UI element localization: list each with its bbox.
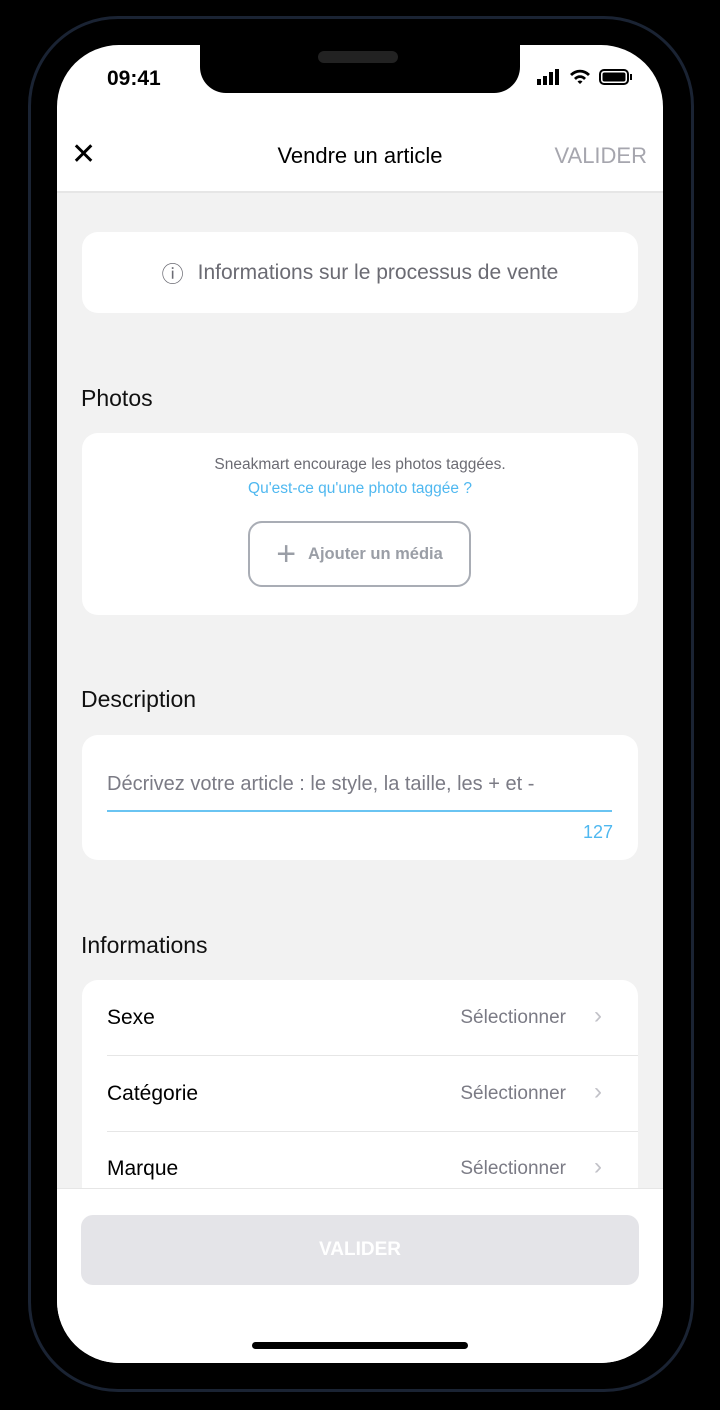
- nav-header: ✕ Vendre un article VALIDER: [57, 110, 663, 193]
- status-time: 09:41: [107, 67, 161, 90]
- form-content: ⓘ Informations sur le processus de vente…: [57, 193, 663, 1220]
- description-card: Décrivez votre article : le style, la ta…: [82, 735, 638, 860]
- notch: [200, 45, 520, 93]
- bottom-bar: VALIDER: [57, 1188, 663, 1363]
- chevron-right-icon: ›: [594, 1078, 602, 1105]
- description-heading: Description: [81, 686, 197, 712]
- description-input[interactable]: Décrivez votre article : le style, la ta…: [107, 773, 612, 812]
- info-text: Informations sur le processus de vente: [197, 260, 559, 284]
- screen: 09:41 ✕ Vendre un article VALIDER ⓘ Info…: [57, 45, 663, 1363]
- row-value: Sélectionner: [460, 1158, 566, 1179]
- plus-icon: +: [276, 534, 297, 573]
- informations-heading: Informations: [81, 932, 208, 958]
- sale-process-info-button[interactable]: ⓘ Informations sur le processus de vente: [82, 232, 638, 313]
- row-categorie[interactable]: Catégorie Sélectionner ›: [82, 1056, 638, 1131]
- row-sexe[interactable]: Sexe Sélectionner ›: [82, 980, 638, 1055]
- wifi-icon: [570, 69, 590, 84]
- informations-card: Sexe Sélectionner › Catégorie Sélectionn…: [82, 980, 638, 1220]
- validate-header-button[interactable]: VALIDER: [554, 143, 647, 169]
- chevron-right-icon: ›: [594, 1002, 602, 1029]
- add-media-label: Ajouter un média: [308, 544, 443, 563]
- row-value: Sélectionner: [460, 1007, 566, 1028]
- validate-button[interactable]: VALIDER: [81, 1215, 639, 1285]
- row-label: Catégorie: [107, 1082, 199, 1105]
- info-icon: ⓘ: [161, 261, 184, 287]
- add-media-button[interactable]: + Ajouter un média: [248, 521, 471, 587]
- row-value: Sélectionner: [460, 1083, 566, 1104]
- char-counter: 127: [582, 822, 613, 842]
- photos-card: Sneakmart encourage les photos taggées. …: [82, 433, 638, 615]
- row-label: Marque: [107, 1157, 179, 1180]
- photos-note: Sneakmart encourage les photos taggées.: [214, 456, 506, 473]
- battery-icon: [599, 69, 632, 85]
- chevron-right-icon: ›: [594, 1153, 602, 1180]
- row-label: Sexe: [107, 1006, 155, 1029]
- home-indicator[interactable]: [252, 1342, 468, 1349]
- photos-heading: Photos: [81, 385, 153, 411]
- tagged-photo-link[interactable]: Qu'est-ce qu'une photo taggée ?: [82, 480, 638, 498]
- status-icons: [537, 69, 633, 85]
- signal-icon: [537, 69, 559, 85]
